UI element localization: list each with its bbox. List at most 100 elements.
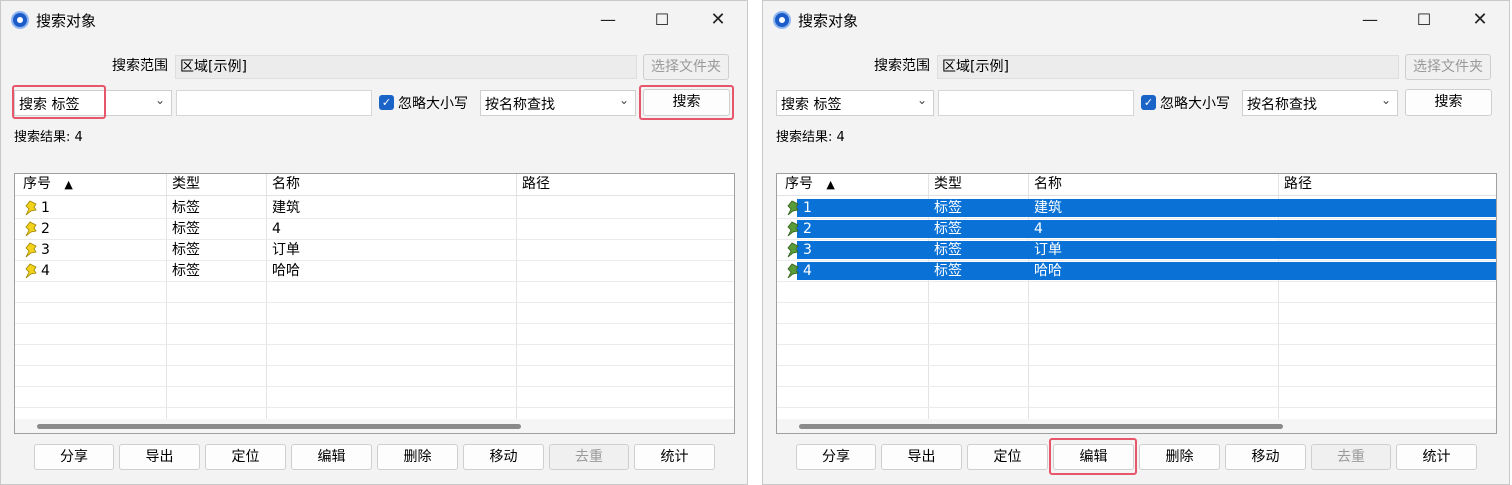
cell-index: 4 — [803, 263, 812, 279]
edit-button[interactable]: 编辑 — [1053, 444, 1134, 470]
column-header-type[interactable]: 类型 — [172, 174, 200, 195]
column-header-path[interactable]: 路径 — [1284, 174, 1312, 195]
search-button[interactable]: 搜索 — [643, 89, 730, 116]
search-button[interactable]: 搜索 — [1405, 89, 1492, 116]
cell-index: 2 — [41, 221, 50, 237]
close-button[interactable]: ✕ — [1457, 3, 1503, 37]
table-row[interactable]: 1 标签 建筑 — [15, 198, 734, 219]
search-text-input[interactable] — [938, 90, 1134, 116]
pushpin-icon — [787, 263, 799, 279]
pushpin-icon — [25, 263, 37, 279]
statistics-button[interactable]: 统计 — [634, 444, 715, 470]
dedupe-button[interactable]: 去重 — [549, 444, 629, 470]
locate-button[interactable]: 定位 — [205, 444, 286, 470]
choose-folder-button[interactable]: 选择文件夹 — [643, 54, 729, 80]
column-header-name[interactable]: 名称 — [272, 174, 300, 195]
empty-row — [15, 303, 734, 324]
results-count: 搜索结果: 4 — [776, 130, 845, 145]
window-title: 搜索对象 — [36, 12, 97, 30]
cell-name: 哈哈 — [272, 263, 300, 279]
minimize-button[interactable]: — — [1347, 3, 1393, 37]
locate-button[interactable]: 定位 — [967, 444, 1048, 470]
export-button[interactable]: 导出 — [119, 444, 200, 470]
ignore-case-checkbox[interactable]: ✓ — [1141, 95, 1156, 110]
column-header-name[interactable]: 名称 — [1034, 174, 1062, 195]
column-header-index[interactable]: 序号 ▲ — [785, 174, 835, 195]
maximize-button[interactable]: ☐ — [639, 3, 685, 37]
table-row-selected[interactable]: 3 标签 订单 — [777, 240, 1496, 261]
search-text-input[interactable] — [176, 90, 372, 116]
search-objects-window-left: 搜索对象 — ☐ ✕ 搜索范围 区域[示例] 选择文件夹 搜索 标签 ⌄ ✓ 忽… — [0, 0, 748, 485]
cell-type: 标签 — [172, 200, 200, 216]
share-button[interactable]: 分享 — [34, 444, 114, 470]
title-bar[interactable]: 搜索对象 — ☐ ✕ — [763, 1, 1509, 39]
cell-index: 2 — [803, 221, 812, 237]
chevron-down-icon: ⌄ — [618, 93, 629, 107]
cell-index: 3 — [803, 242, 812, 258]
search-mode-value: 按名称查找 — [485, 97, 555, 113]
choose-folder-button[interactable]: 选择文件夹 — [1405, 54, 1491, 80]
search-type-dropdown[interactable]: 搜索 标签 ⌄ — [776, 90, 934, 116]
pushpin-icon — [787, 200, 799, 216]
title-bar[interactable]: 搜索对象 — ☐ ✕ — [1, 1, 747, 39]
pushpin-icon — [25, 221, 37, 237]
cell-index: 4 — [41, 263, 50, 279]
table-row[interactable]: 4 标签 哈哈 — [15, 261, 734, 282]
scope-label: 搜索范围 — [112, 58, 168, 74]
scope-field: 区域[示例] — [937, 55, 1399, 79]
horizontal-scrollbar[interactable] — [15, 419, 734, 433]
cell-type: 标签 — [172, 221, 200, 237]
move-button[interactable]: 移动 — [1225, 444, 1306, 470]
search-mode-dropdown[interactable]: 按名称查找 ⌄ — [1242, 90, 1398, 116]
cell-index: 3 — [41, 242, 50, 258]
maximize-button[interactable]: ☐ — [1401, 3, 1447, 37]
search-mode-dropdown[interactable]: 按名称查找 ⌄ — [480, 90, 636, 116]
search-type-value: 搜索 标签 — [19, 97, 80, 113]
minimize-button[interactable]: — — [585, 3, 631, 37]
export-button[interactable]: 导出 — [881, 444, 962, 470]
pushpin-icon — [787, 221, 799, 237]
search-type-dropdown[interactable]: 搜索 标签 ⌄ — [14, 90, 172, 116]
chevron-down-icon: ⌄ — [916, 93, 927, 107]
scope-label: 搜索范围 — [874, 58, 930, 74]
table-header: 序号 ▲ 类型 名称 路径 — [777, 174, 1496, 196]
scrollbar-thumb[interactable] — [799, 424, 1283, 429]
empty-row — [777, 303, 1496, 324]
cell-type: 标签 — [934, 263, 962, 279]
scrollbar-thumb[interactable] — [37, 424, 521, 429]
chevron-down-icon: ⌄ — [154, 93, 165, 107]
delete-button[interactable]: 删除 — [1139, 444, 1220, 470]
pushpin-icon — [25, 242, 37, 258]
dedupe-button[interactable]: 去重 — [1311, 444, 1391, 470]
move-button[interactable]: 移动 — [463, 444, 544, 470]
share-button[interactable]: 分享 — [796, 444, 876, 470]
statistics-button[interactable]: 统计 — [1396, 444, 1477, 470]
empty-row — [15, 345, 734, 366]
ignore-case-label: 忽略大小写 — [398, 96, 468, 112]
column-header-type[interactable]: 类型 — [934, 174, 962, 195]
delete-button[interactable]: 删除 — [377, 444, 458, 470]
cell-type: 标签 — [172, 242, 200, 258]
table-row-selected[interactable]: 1 标签 建筑 — [777, 198, 1496, 219]
results-count: 搜索结果: 4 — [14, 130, 83, 145]
cell-name: 4 — [272, 221, 281, 237]
column-header-index[interactable]: 序号 ▲ — [23, 174, 73, 195]
edit-button[interactable]: 编辑 — [291, 444, 372, 470]
empty-row — [777, 282, 1496, 303]
app-logo-icon — [11, 11, 29, 29]
cell-name: 4 — [1034, 221, 1043, 237]
sort-ascending-icon: ▲ — [826, 178, 835, 191]
cell-type: 标签 — [934, 200, 962, 216]
results-table: 序号 ▲ 类型 名称 路径 1 标签 建筑 2 标签 4 3 标签 订单 4 标… — [776, 173, 1497, 434]
table-row[interactable]: 2 标签 4 — [15, 219, 734, 240]
close-button[interactable]: ✕ — [695, 3, 741, 37]
ignore-case-checkbox[interactable]: ✓ — [379, 95, 394, 110]
empty-row — [777, 387, 1496, 408]
table-row[interactable]: 3 标签 订单 — [15, 240, 734, 261]
horizontal-scrollbar[interactable] — [777, 419, 1496, 433]
cell-index: 1 — [803, 200, 812, 216]
column-header-path[interactable]: 路径 — [522, 174, 550, 195]
cell-type: 标签 — [934, 221, 962, 237]
table-row-selected[interactable]: 4 标签 哈哈 — [777, 261, 1496, 282]
table-row-selected[interactable]: 2 标签 4 — [777, 219, 1496, 240]
